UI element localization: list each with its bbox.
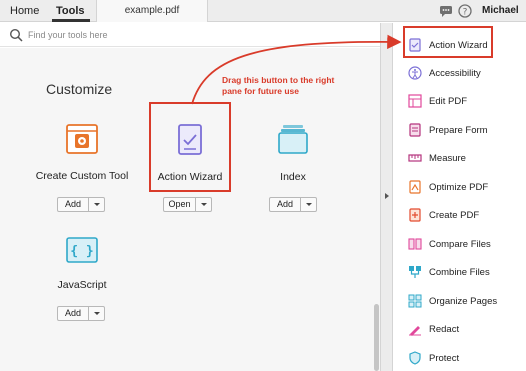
comment-icon[interactable] [439, 4, 453, 18]
tool-create-custom-tool[interactable]: Create Custom Tool [30, 124, 134, 182]
help-icon[interactable]: ? [458, 4, 472, 18]
svg-text:?: ? [463, 7, 468, 17]
right-pane-item-edit-pdf[interactable]: Edit PDF [408, 91, 467, 111]
tool-label: Index [280, 171, 306, 183]
right-pane-item-label: Compare Files [429, 238, 491, 250]
document-tab[interactable]: example.pdf [96, 0, 208, 22]
chevron-down-icon[interactable] [88, 198, 104, 211]
add-button[interactable]: Add [57, 306, 105, 321]
organize-icon [408, 294, 422, 308]
create-pdf-icon [409, 208, 421, 222]
chevron-down-icon[interactable] [88, 307, 104, 320]
tool-label: Create Custom Tool [35, 170, 129, 182]
right-pane-item-prepare-form[interactable]: Prepare Form [408, 120, 488, 140]
scrollbar[interactable] [374, 304, 379, 371]
expand-arrow-icon[interactable] [385, 193, 389, 199]
gear-icon [66, 124, 98, 154]
button-label: Add [276, 199, 293, 209]
right-pane-item-label: Accessibility [429, 67, 481, 79]
open-button[interactable]: Open [163, 197, 212, 212]
add-button[interactable]: Add [57, 197, 105, 212]
chevron-down-icon[interactable] [195, 198, 211, 211]
right-pane-item-accessibility[interactable]: Accessibility [408, 63, 481, 83]
tool-javascript[interactable]: { } JavaScript [46, 237, 118, 291]
right-pane-item-protect[interactable]: Protect [408, 348, 459, 368]
action-wizard-highlight [149, 102, 231, 192]
ruler-icon [408, 154, 422, 162]
redact-icon [409, 326, 421, 336]
right-pane-item-label: Prepare Form [429, 124, 488, 136]
svg-text:{ }: { } [70, 244, 93, 259]
tool-label: JavaScript [57, 279, 107, 291]
right-pane-item-label: Create PDF [429, 209, 480, 221]
user-name[interactable]: Michael [482, 0, 519, 22]
right-pane-item-label: Combine Files [429, 266, 490, 278]
right-pane-item-compare-files[interactable]: Compare Files [408, 234, 491, 254]
search-bar [0, 23, 380, 47]
right-pane-item-label: Optimize PDF [429, 181, 489, 193]
compare-icon [408, 238, 422, 250]
right-pane-action-wizard-highlight [403, 26, 493, 58]
edit-pdf-icon [408, 94, 422, 108]
accessibility-icon [408, 66, 422, 80]
tab-home[interactable]: Home [10, 0, 39, 22]
search-input[interactable] [28, 27, 328, 43]
right-pane-item-label: Organize Pages [429, 295, 498, 307]
right-pane: Action Wizard Accessibility Edit PDF Pre… [394, 23, 526, 371]
right-pane-item-measure[interactable]: Measure [408, 148, 466, 168]
folder-stack-icon [278, 125, 308, 154]
active-tab-indicator [52, 19, 90, 22]
right-pane-item-organize-pages[interactable]: Organize Pages [408, 291, 497, 311]
button-label: Add [64, 199, 81, 209]
braces-icon: { } [66, 237, 98, 263]
search-icon [9, 28, 23, 42]
optimize-icon [409, 180, 421, 194]
top-bar: Home Tools example.pdf ? Michael [0, 0, 526, 22]
form-icon [409, 123, 421, 137]
right-pane-item-optimize-pdf[interactable]: Optimize PDF [408, 177, 488, 197]
shield-icon [409, 351, 421, 365]
chevron-down-icon[interactable] [300, 198, 316, 211]
right-pane-item-create-pdf[interactable]: Create PDF [408, 205, 479, 225]
button-label: Add [64, 308, 81, 318]
combine-icon [409, 266, 421, 278]
right-pane-item-combine-files[interactable]: Combine Files [408, 262, 490, 282]
right-pane-item-label: Redact [429, 323, 460, 335]
right-pane-item-label: Measure [429, 152, 466, 164]
drag-instruction-annotation: Drag this button to the right pane for f… [222, 75, 335, 96]
add-button[interactable]: Add [269, 197, 317, 212]
right-pane-item-label: Protect [429, 352, 460, 364]
tool-index[interactable]: Index [263, 124, 323, 183]
right-pane-item-redact[interactable]: Redact [408, 319, 459, 339]
section-title: Customize [46, 81, 113, 97]
right-pane-item-label: Edit PDF [429, 95, 468, 107]
button-label: Open [168, 199, 191, 209]
